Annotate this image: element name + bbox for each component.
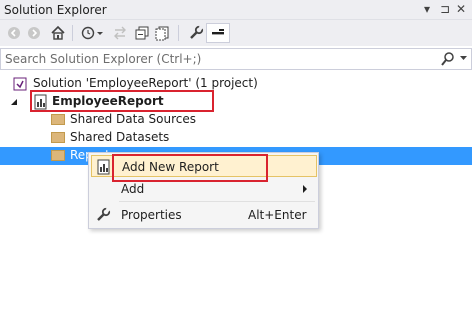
tree-item-label: Shared Datasets	[70, 130, 170, 144]
menu-item-label: Properties	[121, 208, 182, 222]
window-title: Solution Explorer	[4, 3, 107, 17]
add-new-report-highlight-box	[112, 154, 268, 182]
properties-button[interactable]	[186, 23, 206, 43]
toolbar-separator	[178, 25, 179, 41]
pending-changes-filter-button[interactable]	[80, 23, 108, 43]
clock-dropdown-icon	[81, 26, 103, 40]
wrench-icon	[97, 207, 111, 221]
window-titlebar: Solution Explorer ▾ ⊐ ✕	[0, 0, 472, 20]
preview-icon	[212, 29, 224, 35]
pin-button[interactable]: ⊐	[440, 2, 450, 16]
forward-button[interactable]	[24, 23, 44, 43]
folder-icon	[51, 114, 65, 125]
folder-icon	[51, 150, 65, 161]
sync-icon	[114, 26, 126, 40]
tree-row-shared-data-sources[interactable]: Shared Data Sources	[0, 111, 472, 129]
show-all-files-icon	[155, 26, 169, 41]
project-highlight-box	[30, 90, 214, 112]
search-box[interactable]: Search Solution Explorer (Ctrl+;)	[0, 48, 472, 70]
forward-icon	[28, 27, 40, 39]
chevron-down-icon[interactable]	[460, 56, 467, 61]
solution-icon	[13, 77, 27, 91]
menu-item-shortcut: Alt+Enter	[248, 208, 307, 222]
solution-label: Solution 'EmployeeReport' (1 project)	[33, 76, 258, 90]
search-input[interactable]: Search Solution Explorer (Ctrl+;)	[5, 52, 201, 66]
collapse-all-icon	[135, 26, 149, 40]
window-menu-button[interactable]: ▾	[424, 2, 430, 16]
menu-separator	[119, 201, 315, 202]
toolbar-separator	[72, 25, 73, 41]
expanded-arrow-icon[interactable]	[10, 98, 18, 106]
show-all-files-button[interactable]	[152, 23, 172, 43]
sync-with-document-button[interactable]	[110, 23, 130, 43]
back-button[interactable]	[4, 23, 24, 43]
tree-item-label: Shared Data Sources	[70, 112, 196, 126]
tree-row-shared-datasets[interactable]: Shared Datasets	[0, 129, 472, 147]
back-icon	[8, 27, 20, 39]
search-icon[interactable]	[441, 51, 455, 67]
submenu-arrow-icon	[303, 185, 307, 193]
close-button[interactable]: ✕	[456, 2, 466, 16]
new-report-icon	[97, 159, 110, 175]
folder-icon	[51, 132, 65, 143]
toolbar	[0, 20, 472, 46]
preview-selected-items-button[interactable]	[206, 23, 230, 43]
menu-item-label: Add	[121, 182, 145, 196]
wrench-icon	[190, 25, 204, 39]
collapse-all-button[interactable]	[132, 23, 152, 43]
home-icon	[51, 25, 65, 40]
menu-item-properties[interactable]: Properties Alt+Enter	[91, 204, 317, 226]
home-button[interactable]	[48, 23, 68, 43]
